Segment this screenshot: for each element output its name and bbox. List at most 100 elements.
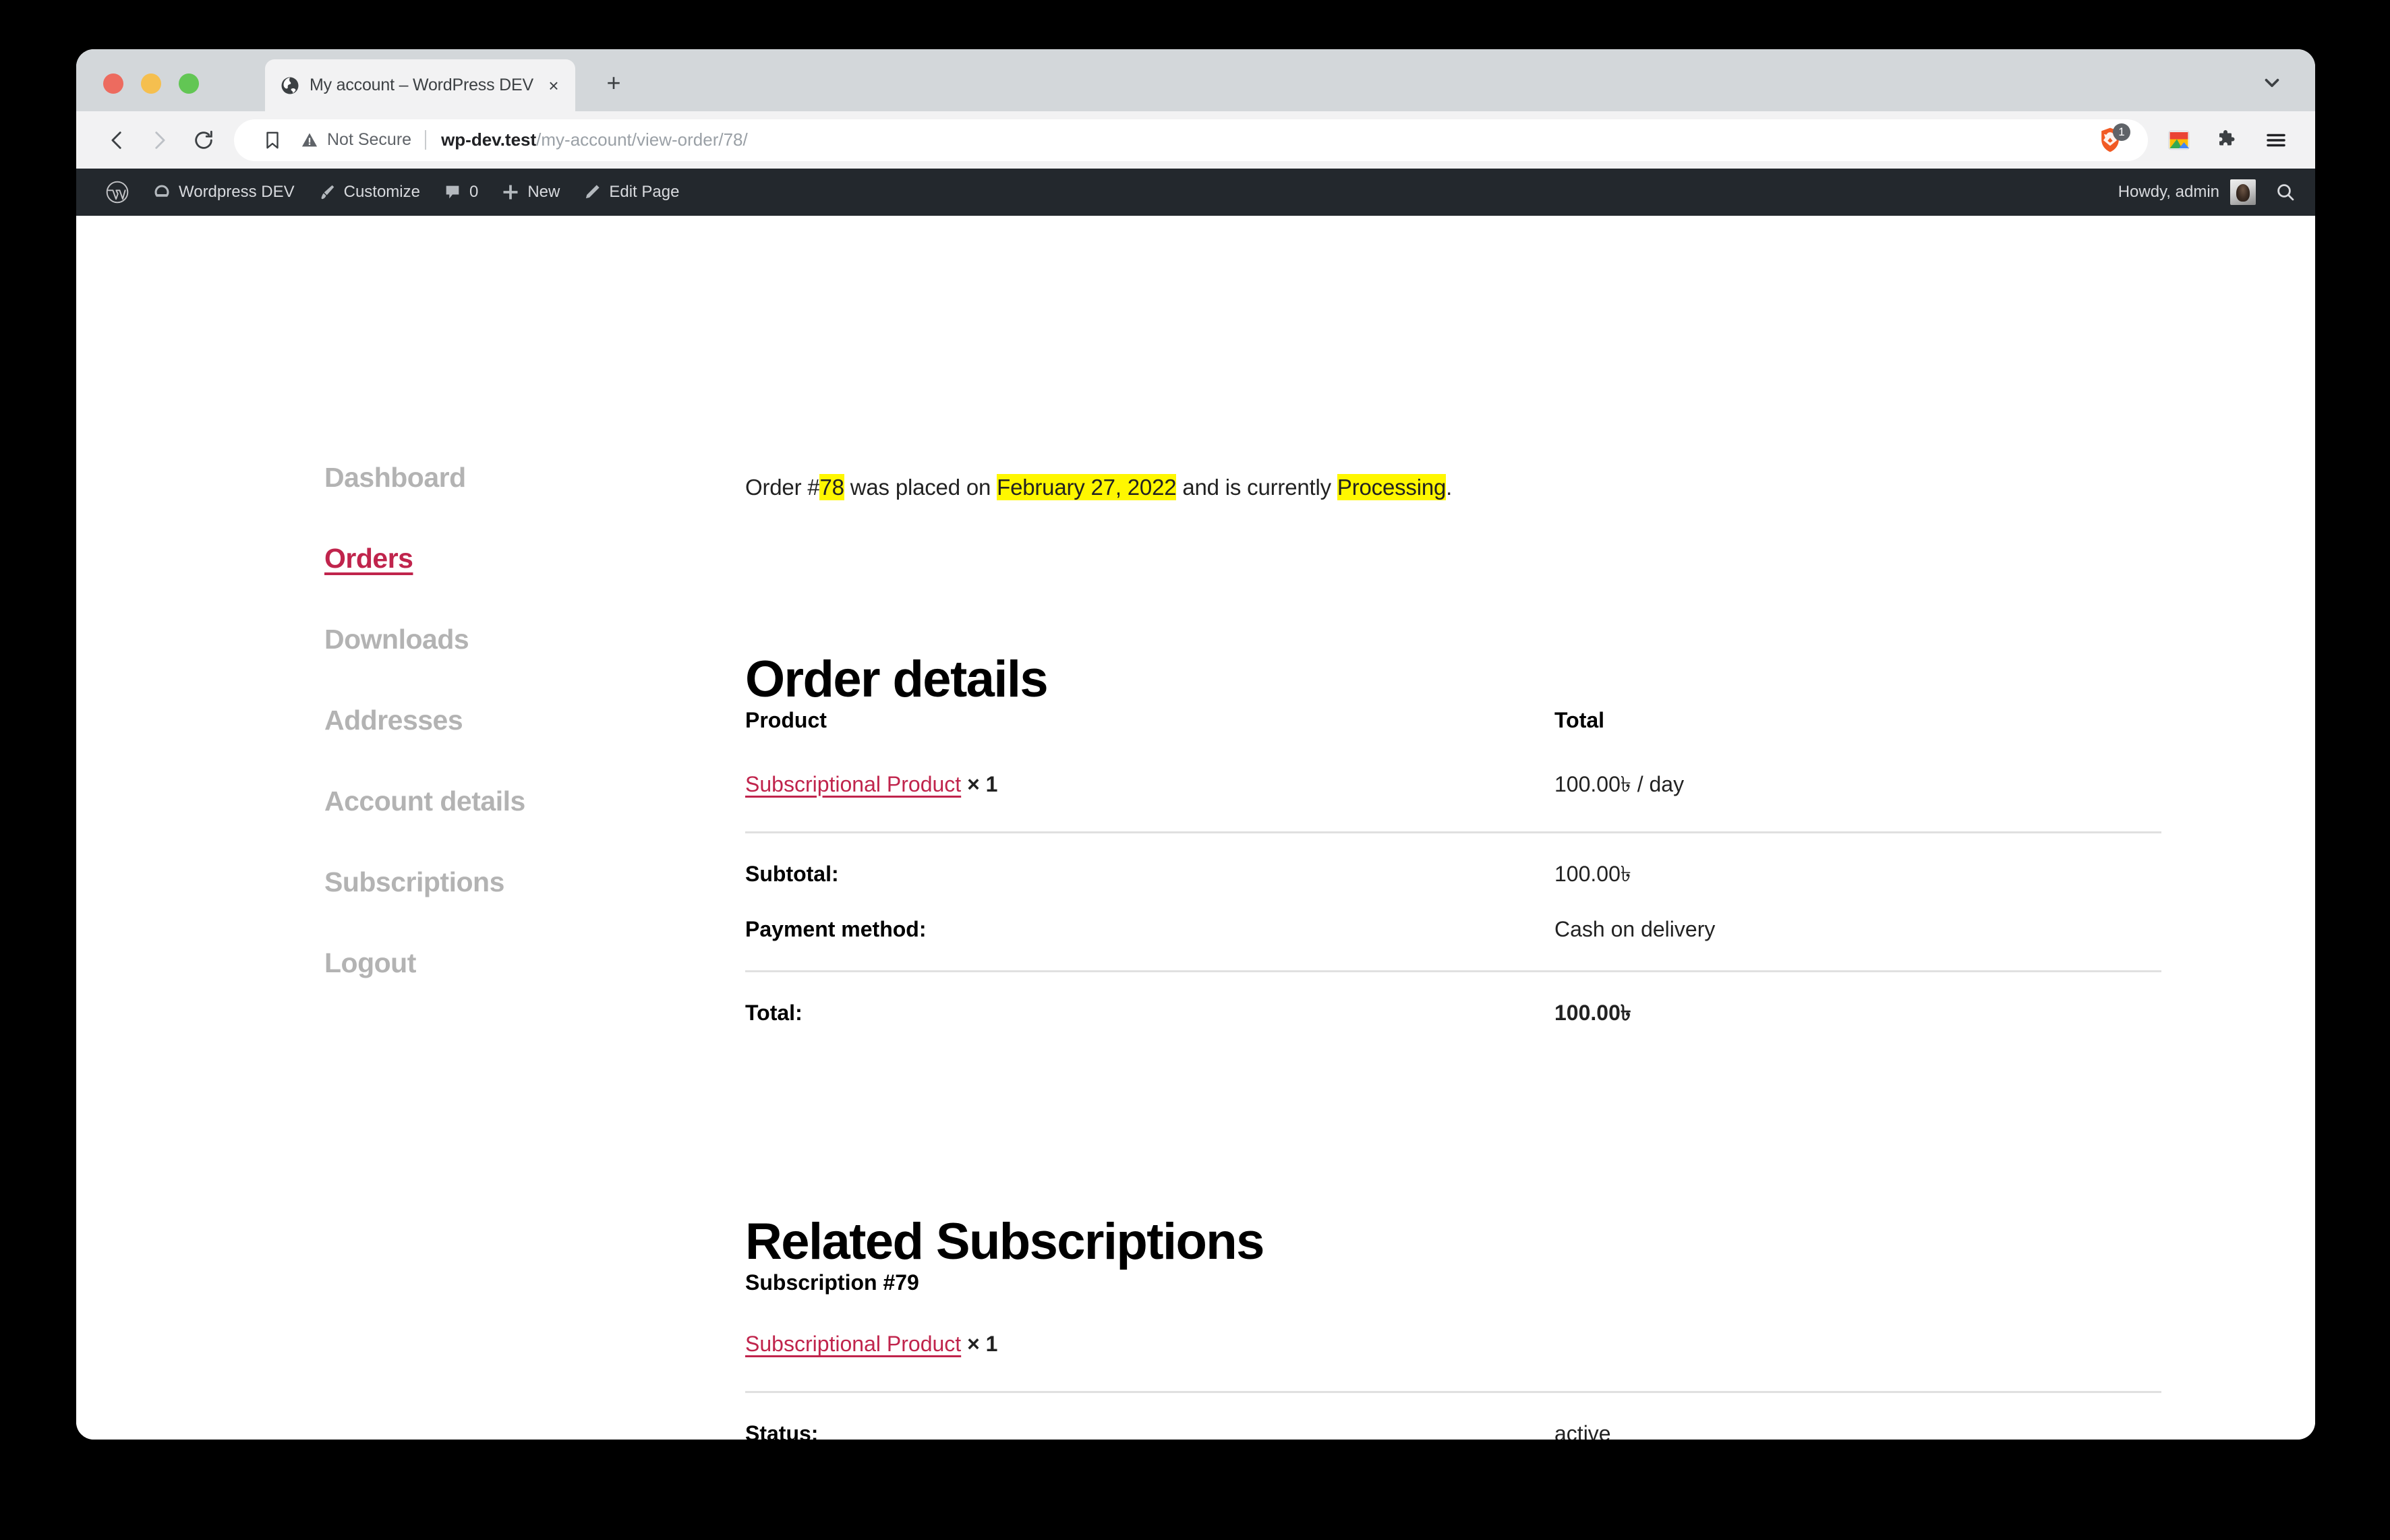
browser-tab[interactable]: My account – WordPress DEV × [265,59,575,111]
row-label-subtotal: Subtotal: [745,831,1554,916]
security-indicator[interactable]: Not Secure [300,130,427,150]
my-account-page: Dashboard Orders Downloads Addresses Acc… [76,216,2315,1440]
url-text: wp-dev.test/my-account/view-order/78/ [441,129,748,150]
order-product-total: 100.00৳ / day [1554,771,1685,796]
bookmark-icon[interactable] [252,119,293,161]
maximize-window-button[interactable] [179,73,199,94]
adminbar-comments[interactable]: 0 [432,169,490,216]
product-quantity: × 1 [967,1332,998,1357]
related-subscriptions-heading: Related Subscriptions [745,1212,1264,1270]
howdy-label: Howdy, admin [2118,183,2219,201]
adminbar-site-name[interactable]: Wordpress DEV [141,169,306,216]
order-number-highlight: 78 [819,474,844,500]
table-header-row: Product Total [745,707,2161,771]
table-row: Subtotal: 100.00৳ [745,831,2161,916]
adminbar-site-label: Wordpress DEV [179,183,295,201]
adminbar-customize[interactable]: Customize [306,169,432,216]
wordpress-logo-icon [105,180,129,204]
order-date-highlight: February 27, 2022 [997,474,1177,500]
warning-triangle-icon [301,133,318,146]
table-row: Subscriptional Product × 1 100.00৳ / day [745,771,2161,833]
new-tab-button[interactable]: + [599,68,629,98]
row-value-total: 100.00৳ [1554,970,2161,1028]
sidebar-item-dashboard[interactable]: Dashboard [324,464,635,492]
table-row: Status: active [745,1390,2161,1440]
order-details-heading: Order details [745,651,1049,709]
adminbar-new-label: New [527,183,560,201]
back-arrow-icon[interactable] [96,119,138,161]
dashboard-gauge-icon [152,183,171,202]
hamburger-menu-icon[interactable] [2257,121,2295,159]
subscription-number-heading: Subscription #79 [745,1270,919,1295]
order-state-highlight: Processing [1337,474,1447,500]
plus-icon [501,183,520,202]
subscription-header-row: Subscription #79 [745,1269,2161,1331]
subscription-product-cell: Subscriptional Product × 1 [745,1330,2161,1392]
close-tab-icon[interactable]: × [544,76,563,95]
minimize-window-button[interactable] [141,73,161,94]
chevron-down-icon[interactable] [2257,68,2287,98]
close-window-button[interactable] [103,73,123,94]
forward-arrow-icon[interactable] [138,119,180,161]
shield-badge-count: 1 [2113,123,2130,141]
row-label-status: Status: [745,1390,1554,1440]
order-status-message: Order #78 was placed on February 27, 202… [745,472,2168,503]
related-subscriptions-table: Subscription #79 Subscriptional Product … [745,1269,2161,1440]
row-value-status: active [1554,1390,2161,1440]
window-controls [103,73,199,94]
url-path: /my-account/view-order/78/ [536,129,748,150]
table-row: Payment method: Cash on delivery [745,916,2161,972]
order-content: Order #78 was placed on February 27, 202… [745,216,2168,1440]
avatar [2230,179,2256,205]
row-label-total: Total: [745,970,1554,1028]
sidebar-item-logout[interactable]: Logout [324,949,635,977]
pencil-icon [583,183,602,202]
brave-shield-lion-icon[interactable]: 1 [2079,121,2141,158]
my-account-navigation: Dashboard Orders Downloads Addresses Acc… [324,464,635,1030]
table-row: Subscriptional Product × 1 [745,1330,2161,1392]
column-header-product: Product [745,707,827,732]
comment-bubble-icon [443,183,462,202]
product-quantity: × 1 [967,771,998,796]
wordpress-admin-bar: Wordpress DEV Customize 0 New Edit Page … [76,169,2315,216]
order-status-mid2: and is currently [1176,475,1337,500]
row-label-payment-method: Payment method: [745,916,927,941]
tab-strip: My account – WordPress DEV × + [76,49,2315,111]
adminbar-edit-page[interactable]: Edit Page [571,169,691,216]
tab-title: My account – WordPress DEV [310,76,533,94]
order-status-suffix: . [1446,475,1453,500]
browser-window: My account – WordPress DEV × + Not Secur… [76,49,2315,1440]
order-details-table: Product Total Subscriptional Product × 1… [745,707,2161,1028]
sidebar-item-downloads[interactable]: Downloads [324,626,635,653]
sidebar-item-account-details[interactable]: Account details [324,788,635,815]
search-icon[interactable] [2267,169,2304,216]
cast-media-icon[interactable] [2160,121,2198,159]
product-link[interactable]: Subscriptional Product [745,772,961,796]
paintbrush-icon [318,183,337,202]
adminbar-my-account[interactable]: Howdy, admin [2107,179,2267,205]
globe-icon [280,76,300,96]
address-bar[interactable]: Not Secure wp-dev.test/my-account/view-o… [234,119,2148,161]
puzzle-extensions-icon[interactable] [2209,121,2246,159]
sidebar-item-subscriptions[interactable]: Subscriptions [324,868,635,896]
product-link[interactable]: Subscriptional Product [745,1332,961,1356]
page-viewport: Dashboard Orders Downloads Addresses Acc… [76,216,2315,1440]
adminbar-comment-count: 0 [469,183,479,201]
adminbar-edit-label: Edit Page [609,183,680,201]
adminbar-customize-label: Customize [343,183,420,201]
security-label: Not Secure [327,130,412,149]
order-product-cell: Subscriptional Product × 1 [745,771,1554,833]
row-value-payment-method: Cash on delivery [1554,916,1716,941]
order-status-prefix: Order # [745,475,820,500]
order-status-mid: was placed on [844,475,997,500]
column-header-total: Total [1554,707,1605,732]
table-row: Total: 100.00৳ [745,970,2161,1028]
url-domain: wp-dev.test [441,129,537,150]
reload-icon[interactable] [183,119,225,161]
adminbar-new[interactable]: New [490,169,571,216]
adminbar-wp-logo[interactable] [94,169,141,216]
row-value-subtotal: 100.00৳ [1554,831,2161,916]
sidebar-item-orders[interactable]: Orders [324,545,635,572]
toolbar-right-actions [2160,121,2295,159]
sidebar-item-addresses[interactable]: Addresses [324,707,635,734]
